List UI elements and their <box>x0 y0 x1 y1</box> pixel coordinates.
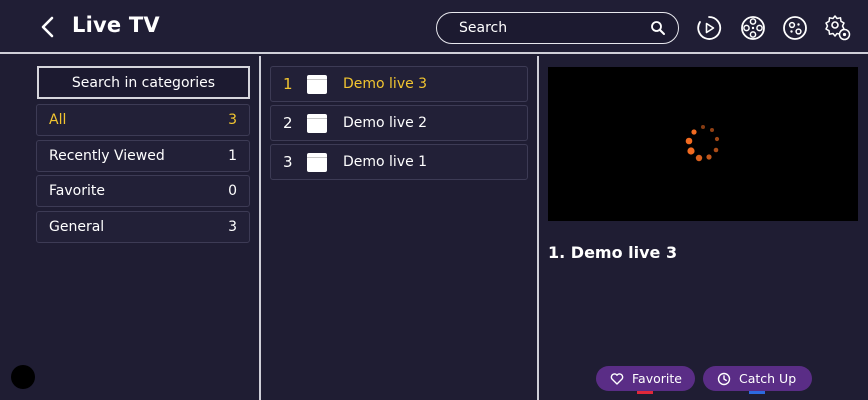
category-count: 3 <box>228 219 237 235</box>
red-key-indicator <box>637 391 653 394</box>
play-circle-icon <box>697 16 722 40</box>
catch-up-label: Catch Up <box>739 371 797 386</box>
search-icon[interactable] <box>650 20 666 36</box>
category-search-button[interactable]: Search in categories <box>37 66 250 99</box>
favorite-button[interactable]: Favorite <box>596 366 695 394</box>
catch-up-button[interactable]: Catch Up <box>703 366 812 394</box>
channel-name: Demo live 1 <box>343 154 428 170</box>
channel-item[interactable]: 3 Demo live 1 <box>270 144 528 180</box>
category-label: Favorite <box>49 183 105 199</box>
back-button[interactable] <box>36 14 58 40</box>
blue-key-indicator <box>749 391 765 394</box>
category-item-favorite[interactable]: Favorite 0 <box>36 175 250 207</box>
category-label: General <box>49 219 105 235</box>
search-bar[interactable] <box>436 12 679 44</box>
gamepad-icon <box>783 16 807 40</box>
category-count: 3 <box>228 112 237 128</box>
category-item-general[interactable]: General 3 <box>36 211 250 243</box>
page-title: Live TV <box>72 13 160 37</box>
channel-name: Demo live 3 <box>343 76 428 92</box>
channel-number: 2 <box>283 114 293 132</box>
column-divider <box>537 56 539 400</box>
back-arrow-icon <box>41 16 54 38</box>
column-divider <box>259 56 261 400</box>
channel-name: Demo live 2 <box>343 115 428 131</box>
loading-spinner-icon <box>685 125 720 162</box>
movies-button[interactable] <box>739 14 767 42</box>
settings-button[interactable] <box>824 14 852 42</box>
channel-number: 3 <box>283 153 293 171</box>
video-player[interactable] <box>548 67 858 221</box>
heart-icon <box>610 372 624 385</box>
clock-icon <box>717 372 731 385</box>
channel-logo-icon <box>307 152 327 172</box>
top-bar: Live TV <box>0 0 868 54</box>
category-item-recently-viewed[interactable]: Recently Viewed 1 <box>36 140 250 172</box>
play-button[interactable] <box>695 14 723 42</box>
category-count: 0 <box>228 183 237 199</box>
games-button[interactable] <box>781 14 809 42</box>
film-reel-icon <box>741 16 765 40</box>
category-label: All <box>49 112 67 128</box>
category-item-all[interactable]: All 3 <box>36 104 250 136</box>
settings-icon <box>825 15 851 41</box>
now-playing-title: 1. Demo live 3 <box>548 243 678 262</box>
search-input[interactable] <box>459 20 639 36</box>
channel-logo-icon <box>307 113 327 133</box>
channel-number: 1 <box>283 75 293 93</box>
channel-logo-icon <box>307 74 327 94</box>
channel-item[interactable]: 2 Demo live 2 <box>270 105 528 141</box>
floating-dot <box>11 365 35 389</box>
category-label: Recently Viewed <box>49 148 165 164</box>
category-count: 1 <box>228 148 237 164</box>
channel-item[interactable]: 1 Demo live 3 <box>270 66 528 102</box>
favorite-label: Favorite <box>632 371 682 386</box>
